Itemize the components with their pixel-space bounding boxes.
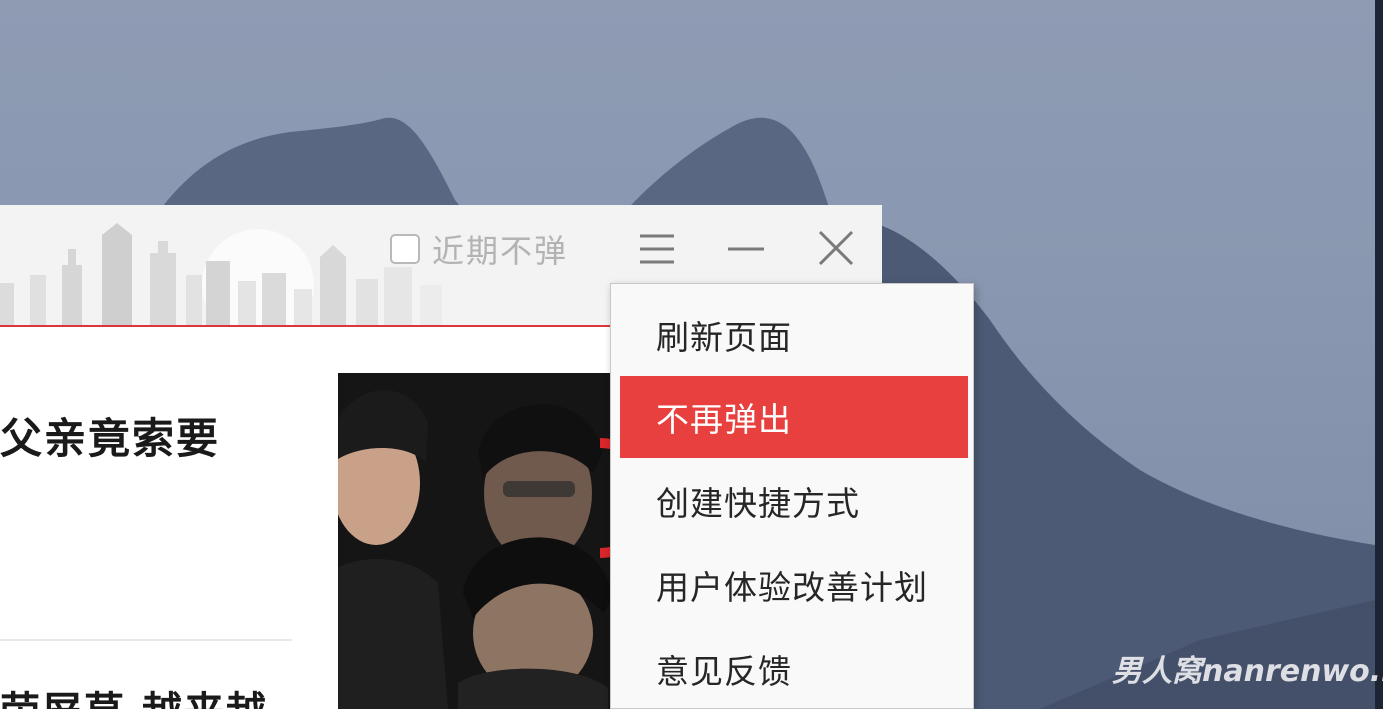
news-photo[interactable] — [338, 373, 628, 709]
news-photo-image — [338, 373, 628, 709]
news-headline-secondary[interactable]: 荧屏草 越来越 — [0, 679, 268, 709]
dont-show-recently-label: 近期不弹 — [432, 232, 569, 270]
menu-item-dont-show-again[interactable]: 不再弹出 — [620, 376, 968, 458]
menu-button[interactable] — [627, 223, 687, 275]
hamburger-icon — [640, 234, 674, 264]
context-menu: 刷新页面 不再弹出 创建快捷方式 用户体验改善计划 意见反馈 — [610, 283, 974, 709]
menu-item-create-shortcut[interactable]: 创建快捷方式 — [620, 460, 968, 542]
desktop-background: 近期不弹 父亲竟索要 刷新页面 不再弹出 创建快捷方式 用户体验改善计划 意见反… — [0, 0, 1383, 709]
menu-item-refresh[interactable]: 刷新页面 — [620, 294, 968, 376]
minimize-icon — [728, 247, 764, 251]
dont-show-recently-checkbox[interactable]: 近期不弹 — [390, 229, 569, 270]
checkbox-box[interactable] — [390, 234, 420, 264]
menu-item-feedback[interactable]: 意见反馈 — [620, 628, 968, 709]
close-button[interactable] — [806, 223, 866, 275]
news-headline[interactable]: 父亲竟索要 — [0, 405, 220, 466]
site-watermark: 男人窝nanrenwo.net — [1112, 654, 1383, 689]
screen-edge — [1375, 0, 1383, 709]
minimize-button[interactable] — [716, 223, 776, 275]
divider — [0, 639, 292, 641]
close-icon — [818, 230, 854, 266]
menu-item-user-experience-plan[interactable]: 用户体验改善计划 — [620, 544, 968, 626]
